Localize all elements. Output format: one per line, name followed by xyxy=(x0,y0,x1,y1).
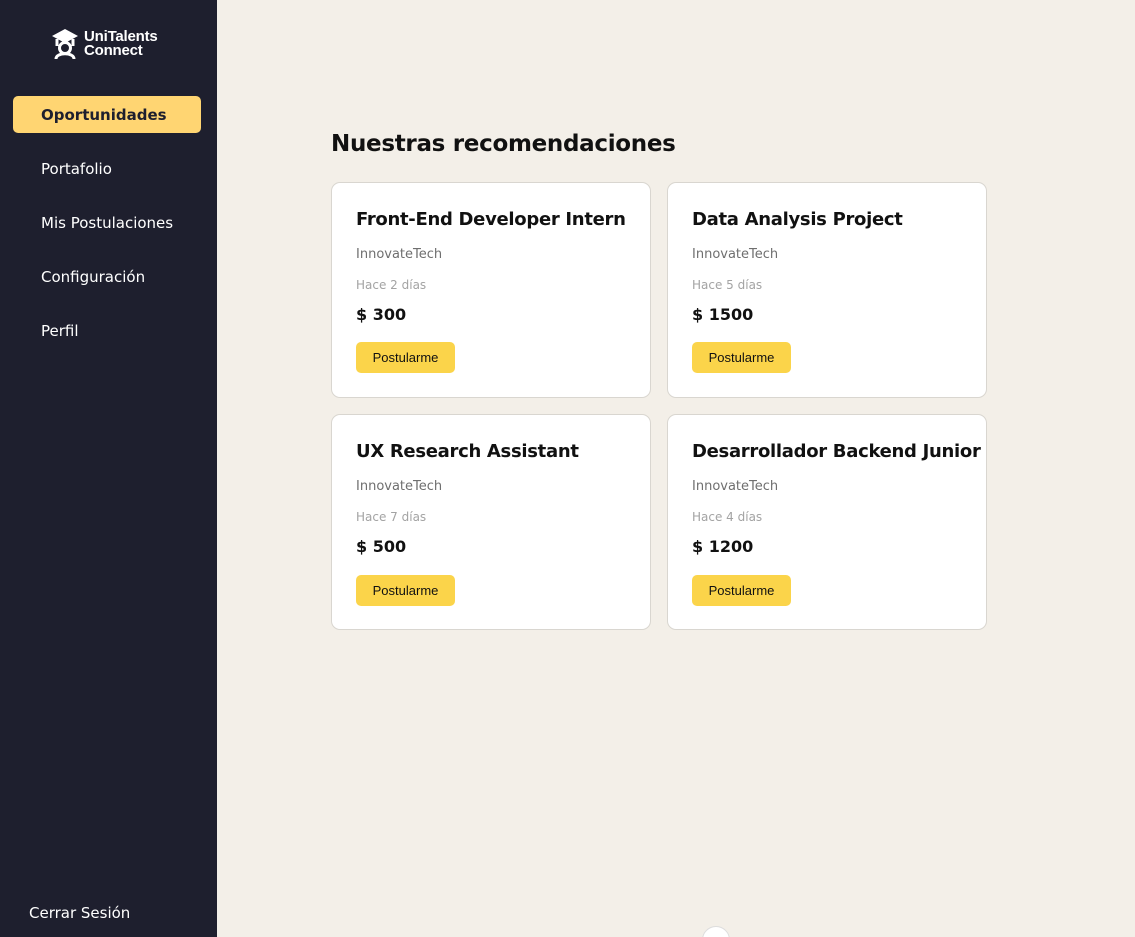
job-title: Desarrollador Backend Junior xyxy=(692,441,981,462)
brand-line2: Connect xyxy=(84,41,143,59)
sidebar-item-oportunidades[interactable]: Oportunidades xyxy=(13,96,201,133)
graduate-icon xyxy=(52,29,78,60)
job-price: $ 500 xyxy=(356,537,407,556)
apply-button[interactable]: Postularme xyxy=(356,342,455,373)
job-company: InnovateTech xyxy=(692,247,779,262)
sidebar-item-perfil[interactable]: Perfil xyxy=(13,312,201,349)
sidebar-nav: Oportunidades Portafolio Mis Postulacion… xyxy=(13,96,201,366)
job-card[interactable]: Data Analysis Project InnovateTech Hace … xyxy=(667,182,987,398)
sidebar-item-mis-postulaciones[interactable]: Mis Postulaciones xyxy=(13,204,201,241)
apply-button[interactable]: Postularme xyxy=(356,575,455,606)
brand-logo[interactable]: UniTalents Connect xyxy=(50,27,158,60)
page-title: Nuestras recomendaciones xyxy=(331,131,676,157)
main-content: Nuestras recomendaciones Front-End Devel… xyxy=(217,0,1135,937)
floating-action-button[interactable] xyxy=(702,926,730,937)
job-card[interactable]: Front-End Developer Intern InnovateTech … xyxy=(331,182,651,398)
job-posted-time: Hace 7 días xyxy=(356,510,427,524)
job-posted-time: Hace 4 días xyxy=(692,510,763,524)
job-company: InnovateTech xyxy=(356,247,443,262)
job-title: UX Research Assistant xyxy=(356,441,579,462)
job-card[interactable]: UX Research Assistant InnovateTech Hace … xyxy=(331,414,651,630)
job-posted-time: Hace 5 días xyxy=(692,278,763,292)
sidebar-item-configuracion[interactable]: Configuración xyxy=(13,258,201,295)
apply-button[interactable]: Postularme xyxy=(692,575,791,606)
job-company: InnovateTech xyxy=(692,479,779,494)
job-card[interactable]: Desarrollador Backend Junior InnovateTec… xyxy=(667,414,987,630)
logout-button[interactable]: Cerrar Sesión xyxy=(29,904,130,922)
apply-button[interactable]: Postularme xyxy=(692,342,791,373)
job-title: Front-End Developer Intern xyxy=(356,209,626,230)
job-title: Data Analysis Project xyxy=(692,209,903,230)
recommendations-grid: Front-End Developer Intern InnovateTech … xyxy=(331,182,987,630)
job-price: $ 300 xyxy=(356,305,407,324)
job-price: $ 1200 xyxy=(692,537,754,556)
job-price: $ 1500 xyxy=(692,305,754,324)
sidebar: UniTalents Connect Oportunidades Portafo… xyxy=(0,0,217,937)
job-company: InnovateTech xyxy=(356,479,443,494)
sidebar-item-portafolio[interactable]: Portafolio xyxy=(13,150,201,187)
brand-name: UniTalents Connect xyxy=(84,29,158,59)
job-posted-time: Hace 2 días xyxy=(356,278,427,292)
